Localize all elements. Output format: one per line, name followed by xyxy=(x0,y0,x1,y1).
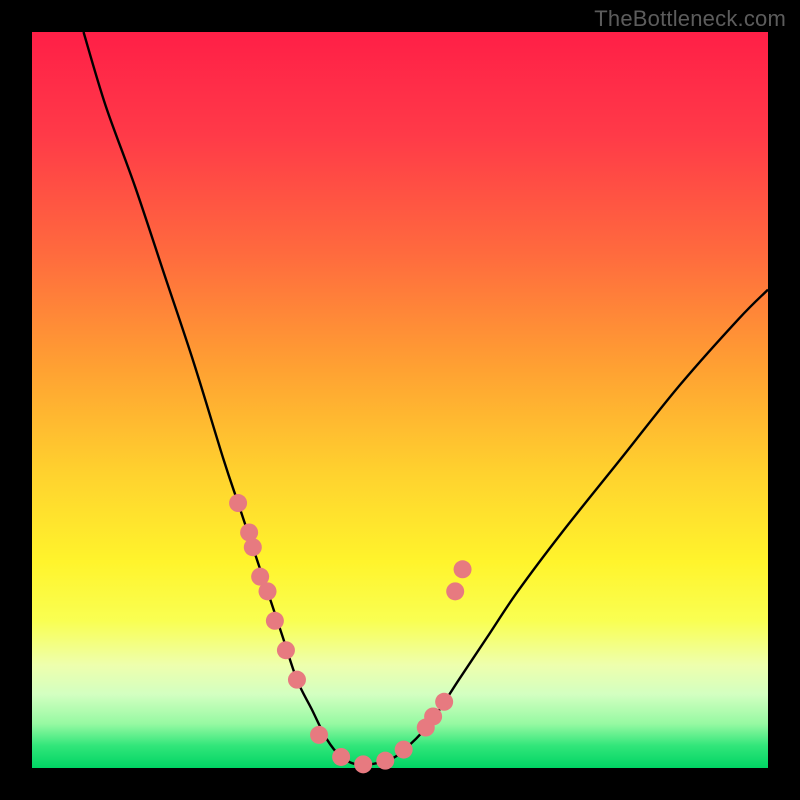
sample-marker xyxy=(244,538,262,556)
sample-marker xyxy=(354,755,372,773)
sample-marker xyxy=(454,560,472,578)
sample-marker xyxy=(277,641,295,659)
sample-marker xyxy=(259,582,277,600)
sample-markers xyxy=(229,494,471,773)
bottleneck-curve xyxy=(84,32,768,765)
plot-area xyxy=(32,32,768,768)
sample-marker xyxy=(229,494,247,512)
sample-marker xyxy=(435,693,453,711)
sample-marker xyxy=(376,752,394,770)
curve-layer xyxy=(32,32,768,768)
chart-frame: TheBottleneck.com xyxy=(0,0,800,800)
sample-marker xyxy=(266,612,284,630)
sample-marker xyxy=(310,726,328,744)
sample-marker xyxy=(424,707,442,725)
sample-marker xyxy=(288,671,306,689)
watermark-text: TheBottleneck.com xyxy=(594,6,786,32)
sample-marker xyxy=(395,741,413,759)
sample-marker xyxy=(446,582,464,600)
sample-marker xyxy=(332,748,350,766)
